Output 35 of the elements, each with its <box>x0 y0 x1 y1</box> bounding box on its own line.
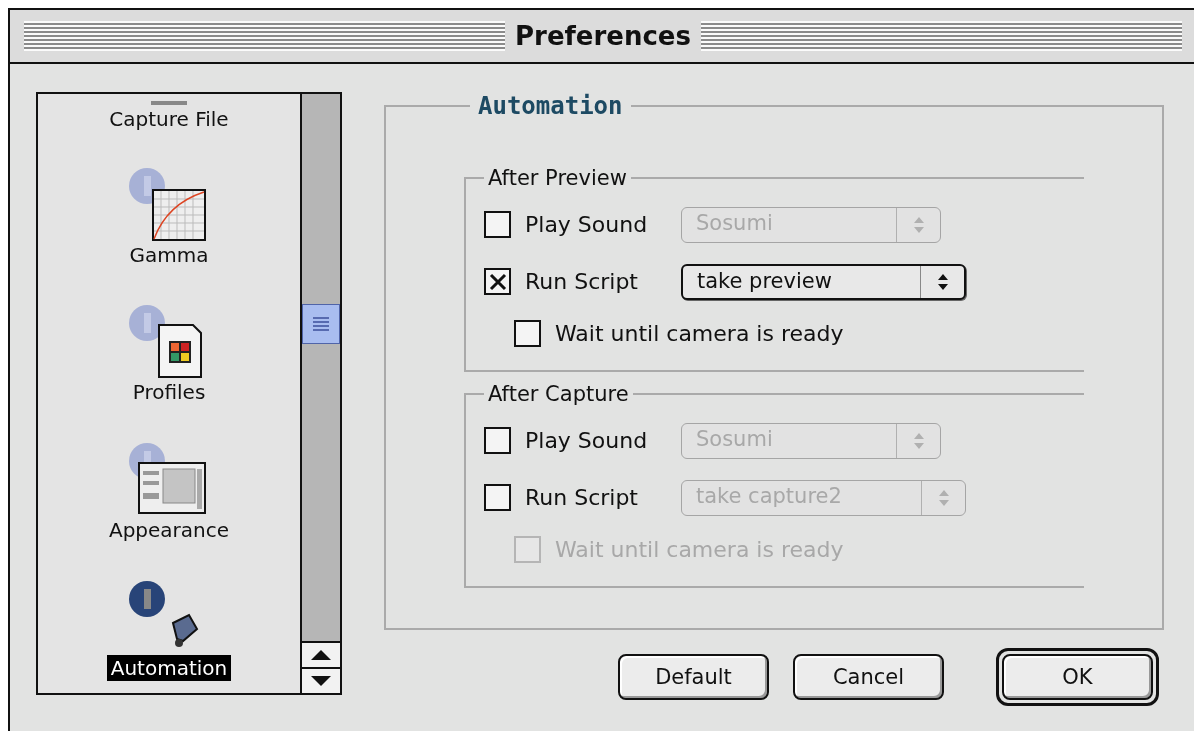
checkbox-label: Run Script <box>525 269 639 294</box>
checkbox[interactable] <box>484 211 511 238</box>
scrollbar[interactable] <box>300 94 340 693</box>
group-title: After Capture <box>487 382 630 406</box>
category-item[interactable]: Automation <box>106 655 232 681</box>
group-title: Automation <box>477 92 624 120</box>
category-item[interactable]: Capture File <box>105 106 233 132</box>
up-arrow-icon <box>311 650 331 660</box>
updown-arrows-icon <box>936 272 949 291</box>
category-item[interactable]: Profiles <box>128 379 210 405</box>
scroll-down-button[interactable] <box>302 667 340 693</box>
updown-arrows-icon <box>937 488 950 507</box>
dialog-button[interactable]: Cancel <box>793 654 944 700</box>
checkbox[interactable] <box>484 268 511 295</box>
checkbox[interactable] <box>484 427 511 454</box>
window-title: Preferences <box>514 21 692 51</box>
updown-arrows-icon <box>912 431 925 450</box>
checkbox-label: Wait until camera is ready <box>555 320 844 346</box>
scroll-thumb[interactable] <box>302 304 340 344</box>
checkbox-label: Play Sound <box>525 428 649 453</box>
checkbox[interactable] <box>484 484 511 511</box>
updown-arrows-icon <box>912 215 925 234</box>
group-title: After Preview <box>487 166 628 190</box>
popup-menu[interactable]: take preview <box>681 263 966 300</box>
checkbox-label: Run Script <box>525 485 639 510</box>
check-x-icon <box>488 272 507 291</box>
scroll-up-button[interactable] <box>302 641 340 667</box>
checkbox[interactable] <box>514 319 541 347</box>
checkbox-label: Wait until camera is ready <box>555 536 844 562</box>
dialog-button[interactable]: Default <box>618 654 769 700</box>
category-item[interactable]: Appearance <box>104 517 234 543</box>
down-arrow-icon <box>311 676 331 686</box>
checkbox-label: Play Sound <box>525 212 649 237</box>
category-item[interactable]: Gamma <box>125 242 213 268</box>
ok-button[interactable]: OK <box>1002 654 1153 700</box>
